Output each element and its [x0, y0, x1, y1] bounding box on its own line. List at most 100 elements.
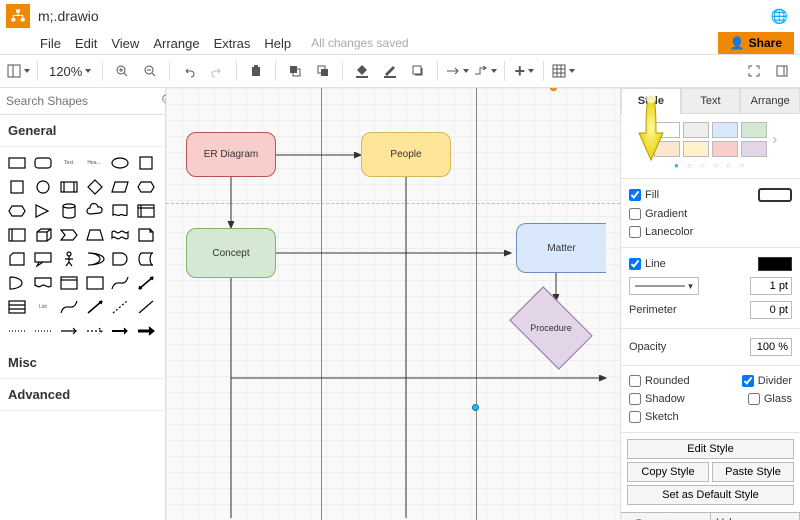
category-advanced[interactable]: Advanced	[0, 379, 165, 411]
shape-rect[interactable]	[6, 153, 28, 173]
shape-document[interactable]	[109, 201, 131, 221]
shape-cloud[interactable]	[84, 201, 106, 221]
menu-file[interactable]: File	[40, 36, 61, 51]
shape-ellipse[interactable]	[109, 153, 131, 173]
shape-list[interactable]	[6, 297, 28, 317]
menu-arrange[interactable]: Arrange	[153, 36, 199, 51]
undo-icon[interactable]	[177, 59, 201, 83]
menu-edit[interactable]: Edit	[75, 36, 97, 51]
swatch[interactable]	[683, 141, 709, 157]
shape-circle[interactable]	[32, 177, 54, 197]
paste-style-button[interactable]: Paste Style	[712, 462, 794, 482]
shape-hexagon[interactable]	[135, 177, 157, 197]
node-er-diagram[interactable]: ER Diagram	[186, 132, 276, 177]
shape-frame[interactable]	[84, 273, 106, 293]
tab-text[interactable]: Text	[681, 88, 741, 114]
shape-dotted2[interactable]	[32, 321, 54, 341]
line-color-swatch[interactable]	[758, 257, 792, 271]
set-default-style-button[interactable]: Set as Default Style	[627, 485, 794, 505]
redo-icon[interactable]	[205, 59, 229, 83]
shadow-icon[interactable]	[406, 59, 430, 83]
shape-card[interactable]	[6, 249, 28, 269]
glass-checkbox[interactable]	[748, 393, 760, 405]
property-header[interactable]: ▸ Property	[621, 513, 711, 520]
swatch-pager[interactable]: ● ○ ○ ○ ○ ○	[621, 159, 800, 176]
waypoint-icon[interactable]	[473, 59, 497, 83]
shape-link2[interactable]	[84, 321, 106, 341]
shape-square[interactable]	[135, 153, 157, 173]
shape-actor[interactable]	[58, 249, 80, 269]
shape-line[interactable]	[135, 297, 157, 317]
menu-view[interactable]: View	[111, 36, 139, 51]
swatch[interactable]	[654, 122, 680, 138]
zoom-dropdown[interactable]: 120%	[45, 64, 95, 79]
category-general[interactable]: General	[0, 115, 165, 147]
shape-hex2[interactable]	[6, 201, 28, 221]
shape-half[interactable]	[6, 273, 28, 293]
file-name[interactable]: m;.drawio	[38, 8, 99, 24]
line-color-icon[interactable]	[378, 59, 402, 83]
swatch-next-icon[interactable]: ›	[770, 131, 779, 149]
fullscreen-icon[interactable]	[742, 59, 766, 83]
shape-trapezoid[interactable]	[84, 225, 106, 245]
line-width-input[interactable]	[750, 277, 792, 295]
gradient-checkbox[interactable]	[629, 208, 641, 220]
shape-container[interactable]	[58, 273, 80, 293]
shape-data[interactable]	[135, 249, 157, 269]
shape-tape[interactable]	[109, 225, 131, 245]
menu-extras[interactable]: Extras	[214, 36, 251, 51]
edit-style-button[interactable]: Edit Style	[627, 439, 794, 459]
shape-text[interactable]: Text	[58, 153, 80, 173]
rounded-checkbox[interactable]	[629, 375, 641, 387]
selection-handle[interactable]	[472, 404, 479, 411]
shape-parallelogram[interactable]	[109, 177, 131, 197]
shape-curve2[interactable]	[58, 297, 80, 317]
swatch[interactable]	[741, 122, 767, 138]
shape-rounded-rect[interactable]	[32, 153, 54, 173]
share-button[interactable]: 👤 Share	[718, 32, 794, 54]
divider-checkbox[interactable]	[742, 375, 754, 387]
shape-triangle[interactable]	[32, 201, 54, 221]
line-style-dropdown[interactable]: ▾	[629, 277, 699, 295]
view-mode-dropdown[interactable]	[6, 59, 30, 83]
shape-link1[interactable]	[58, 321, 80, 341]
format-panel-icon[interactable]	[770, 59, 794, 83]
swatch[interactable]	[741, 141, 767, 157]
shadow-checkbox[interactable]	[629, 393, 641, 405]
zoom-in-icon[interactable]	[110, 59, 134, 83]
shape-square2[interactable]	[6, 177, 28, 197]
swatch[interactable]	[654, 141, 680, 157]
to-back-icon[interactable]	[311, 59, 335, 83]
swatch[interactable]	[683, 122, 709, 138]
shape-step[interactable]	[58, 225, 80, 245]
shape-heading[interactable]: Hea…	[84, 153, 106, 173]
shape-diamond[interactable]	[84, 177, 106, 197]
app-logo[interactable]	[6, 4, 30, 28]
shape-link4[interactable]	[135, 321, 157, 341]
shape-arrow[interactable]	[84, 297, 106, 317]
shape-dashed[interactable]	[109, 297, 131, 317]
canvas[interactable]: ER Diagram People Concept Matter Procedu…	[166, 88, 620, 520]
table-icon[interactable]	[551, 59, 575, 83]
node-concept[interactable]: Concept	[186, 228, 276, 278]
shape-internal[interactable]	[135, 201, 157, 221]
shape-cylinder[interactable]	[58, 201, 80, 221]
perimeter-input[interactable]	[750, 301, 792, 319]
connection-icon[interactable]	[445, 59, 469, 83]
search-shapes-input[interactable]	[6, 94, 161, 108]
shape-process[interactable]	[58, 177, 80, 197]
shape-or[interactable]	[84, 249, 106, 269]
shape-curve[interactable]	[109, 273, 131, 293]
node-matter[interactable]: Matter	[516, 223, 606, 273]
swatch[interactable]	[712, 122, 738, 138]
sketch-checkbox[interactable]	[629, 411, 641, 423]
shape-internal2[interactable]	[6, 225, 28, 245]
fill-checkbox[interactable]	[629, 189, 641, 201]
opacity-input[interactable]	[750, 338, 792, 356]
shape-note[interactable]	[135, 225, 157, 245]
shape-and[interactable]	[109, 249, 131, 269]
shape-bidir-arrow[interactable]	[135, 273, 157, 293]
swatch-prev-icon[interactable]: ‹	[642, 131, 651, 149]
shape-cube[interactable]	[32, 225, 54, 245]
node-people[interactable]: People	[361, 132, 451, 177]
